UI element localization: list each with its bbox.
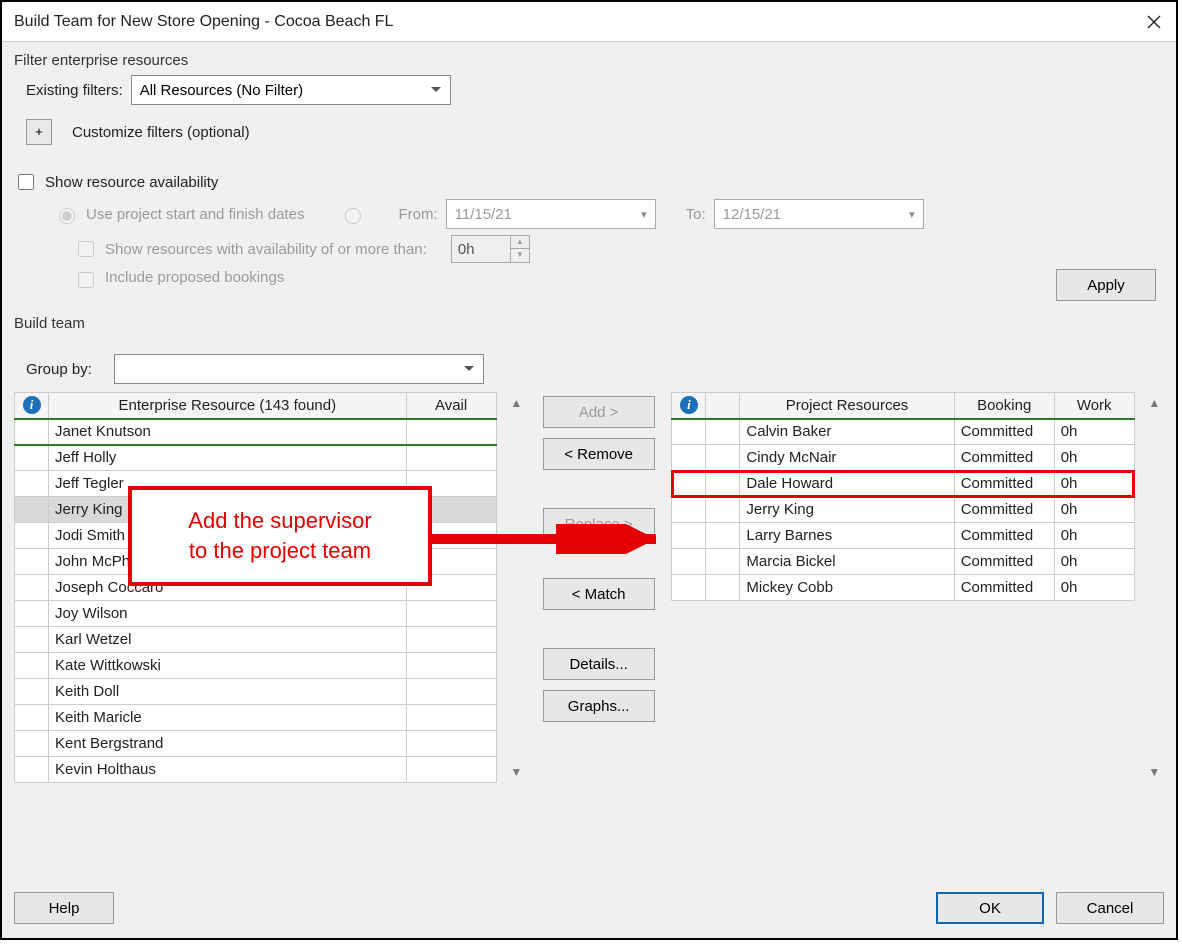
availability-hours-spinner: ▲▼ [451,235,530,263]
help-button[interactable]: Help [14,892,114,924]
show-availability-label: Show resource availability [45,174,218,191]
filter-legend: Filter enterprise resources [14,52,1164,69]
info-icon: i [680,396,698,414]
availability-of-checkbox [78,241,94,257]
to-label: To: [686,206,706,223]
window-title: Build Team for New Store Opening - Cocoa… [14,13,1144,31]
right-scrollbar[interactable]: ▲ ▼ [1145,392,1164,783]
table-row[interactable]: Kate Wittkowski [15,653,497,679]
table-row[interactable]: Cindy McNairCommitted0h [672,445,1134,471]
table-row[interactable]: Keith Doll [15,679,497,705]
table-row[interactable]: Marcia BickelCommitted0h [672,549,1134,575]
title-bar: Build Team for New Store Opening - Cocoa… [2,2,1176,42]
table-row[interactable]: Jeff Holly [15,445,497,471]
project-resources-header[interactable]: Project Resources [740,393,954,419]
annotation-arrow-icon [430,524,670,554]
include-proposed-label: Include proposed bookings [105,269,284,286]
to-date-field: 12/15/21 ▾ [714,199,924,229]
chevron-down-icon: ▾ [641,208,647,221]
table-row[interactable]: Kent Bergstrand [15,731,497,757]
left-scrollbar[interactable]: ▲ ▼ [507,392,526,783]
scroll-up-icon[interactable]: ▲ [510,396,522,410]
enterprise-resources-table[interactable]: i Enterprise Resource (143 found) Avail … [14,392,497,783]
chevron-down-icon: ▾ [909,208,915,221]
table-row[interactable]: Larry BarnesCommitted0h [672,523,1134,549]
show-availability-checkbox[interactable] [18,174,34,190]
from-date-field: 11/15/21 ▾ [446,199,656,229]
include-proposed-checkbox [78,272,94,288]
table-row[interactable]: Dale HowardCommitted0h [672,471,1134,497]
expand-customize-button[interactable]: + [26,119,52,145]
booking-header[interactable]: Booking [954,393,1054,419]
table-row[interactable]: Mickey CobbCommitted0h [672,575,1134,601]
customize-filters-label: Customize filters (optional) [72,124,250,141]
table-row[interactable]: Kevin Holthaus [15,757,497,783]
group-by-select[interactable] [114,354,484,384]
project-resources-table[interactable]: i Project Resources Booking Work Calvin … [671,392,1134,601]
annotation-callout: Add the supervisor to the project team [128,486,432,586]
cancel-button[interactable]: Cancel [1056,892,1164,924]
scroll-down-icon[interactable]: ▼ [1148,765,1160,779]
build-team-legend: Build team [14,315,1164,332]
work-header[interactable]: Work [1054,393,1134,419]
table-row[interactable]: Karl Wetzel [15,627,497,653]
add-button: Add > [543,396,655,428]
table-row[interactable]: Janet Knutson [15,419,497,445]
from-label: From: [398,206,437,223]
table-row[interactable]: Calvin BakerCommitted0h [672,419,1134,445]
close-icon[interactable] [1144,12,1164,32]
ok-button[interactable]: OK [936,892,1044,924]
apply-button[interactable]: Apply [1056,269,1156,301]
group-by-label: Group by: [26,361,106,378]
table-row[interactable]: Joy Wilson [15,601,497,627]
use-project-dates-radio [59,208,75,224]
existing-filters-select[interactable]: All Resources (No Filter) [131,75,451,105]
match-button[interactable]: < Match [543,578,655,610]
info-icon: i [23,396,41,414]
scroll-up-icon[interactable]: ▲ [1148,396,1160,410]
avail-header[interactable]: Avail [406,393,496,419]
remove-button[interactable]: < Remove [543,438,655,470]
scroll-down-icon[interactable]: ▼ [510,765,522,779]
graphs-button[interactable]: Graphs... [543,690,655,722]
availability-of-label: Show resources with availability of or m… [105,241,427,258]
use-project-dates-label: Use project start and finish dates [86,206,304,223]
custom-dates-radio [345,208,361,224]
existing-filters-label: Existing filters: [26,82,123,99]
table-row[interactable]: Keith Maricle [15,705,497,731]
enterprise-resource-header[interactable]: Enterprise Resource (143 found) [49,393,407,419]
details-button[interactable]: Details... [543,648,655,680]
table-row[interactable]: Jerry KingCommitted0h [672,497,1134,523]
